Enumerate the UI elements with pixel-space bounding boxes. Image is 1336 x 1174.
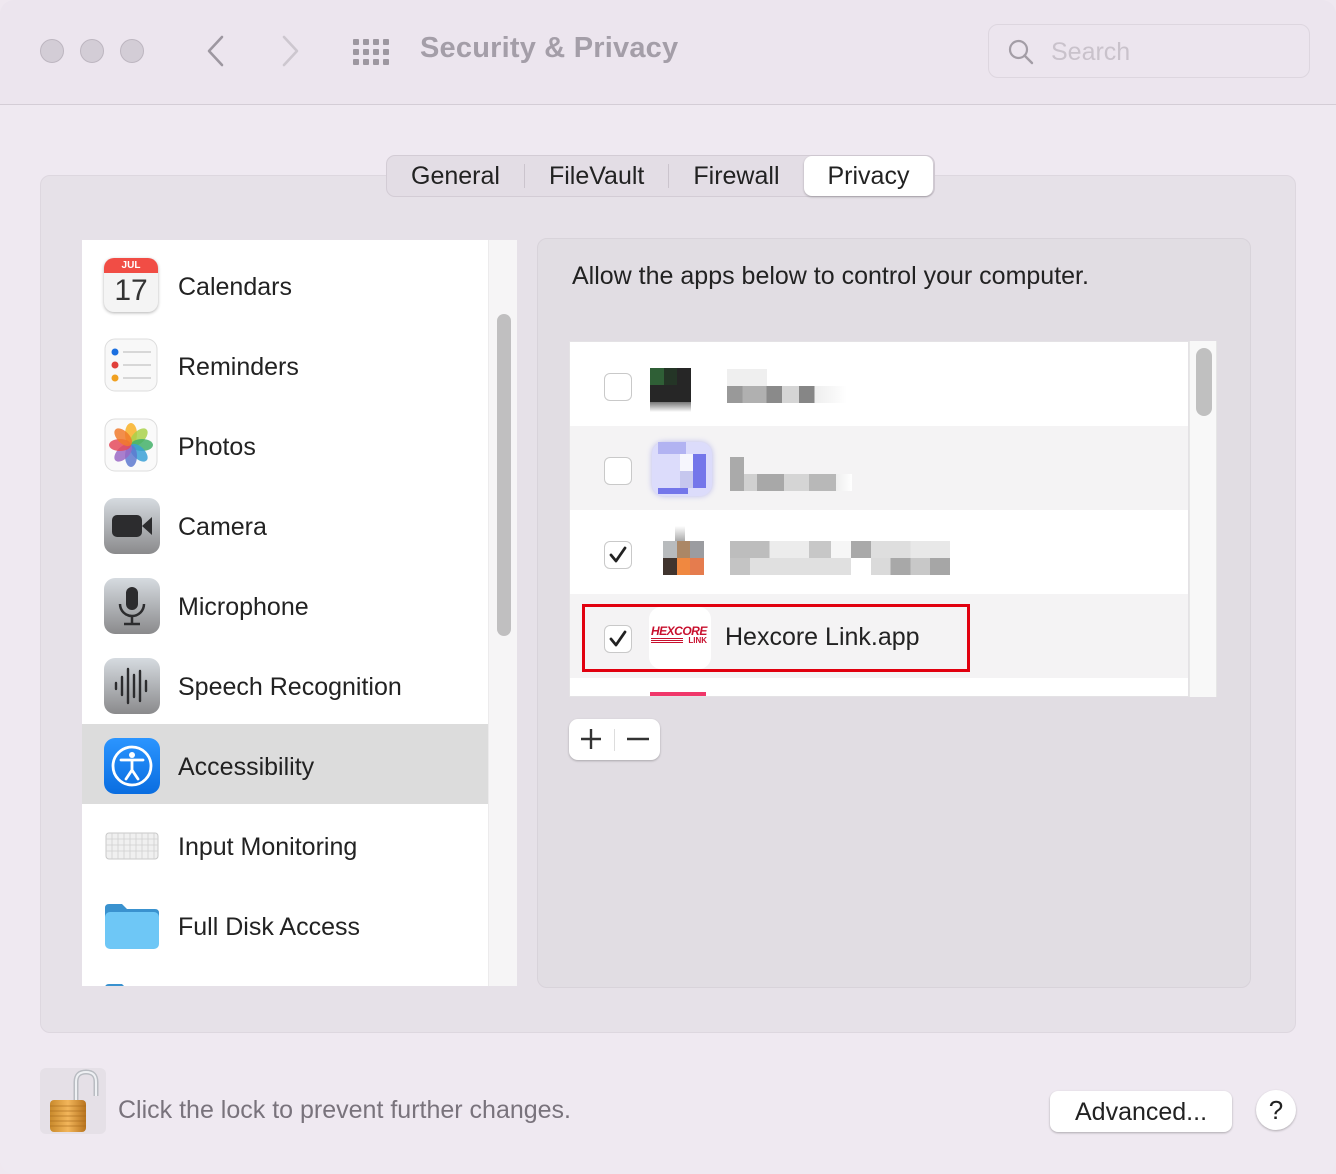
tab-privacy[interactable]: Privacy	[803, 156, 934, 196]
app-checkbox[interactable]	[604, 541, 632, 569]
sidebar-item-label: Input Monitoring	[178, 833, 358, 861]
app-row-hexcore-link[interactable]: HEXCORE LINK Hexcore Link.app	[570, 594, 1188, 678]
calendar-icon: JUL 17	[104, 258, 160, 314]
lock-button[interactable]	[40, 1068, 106, 1134]
remove-app-button[interactable]	[615, 719, 660, 760]
sidebar-item-microphone[interactable]: Microphone	[82, 564, 488, 644]
zoom-window-button[interactable]	[120, 39, 144, 63]
accessibility-icon	[104, 738, 160, 794]
search-field[interactable]	[988, 24, 1310, 78]
unlocked-padlock-icon	[50, 1069, 99, 1132]
folder-icon	[104, 898, 160, 954]
back-button[interactable]	[200, 34, 230, 68]
camera-icon	[104, 498, 160, 554]
app-name: Hexcore Link.app	[725, 623, 920, 651]
sidebar-scrollbar[interactable]	[488, 240, 517, 986]
obscured-app-name	[730, 457, 744, 491]
folder-icon	[104, 978, 160, 986]
sidebar-item-full-disk-access[interactable]: Full Disk Access	[82, 884, 488, 964]
tab-filevault[interactable]: FileVault	[525, 156, 668, 196]
lock-status-text: Click the lock to prevent further change…	[118, 1096, 572, 1124]
show-all-button[interactable]	[352, 38, 392, 66]
minimize-window-button[interactable]	[80, 39, 104, 63]
search-input[interactable]	[1049, 35, 1293, 69]
obscured-app-name	[730, 541, 950, 558]
app-checkbox[interactable]	[604, 457, 632, 485]
hexcore-logo-lines	[651, 638, 683, 639]
app-row[interactable]	[570, 510, 1188, 594]
photos-icon	[104, 418, 160, 474]
sidebar-item-label: Reminders	[178, 353, 299, 381]
checkmark-icon	[609, 630, 627, 647]
microphone-icon	[104, 578, 160, 634]
sidebar-item-label: Full Disk Access	[178, 913, 360, 941]
app-checkbox-hexcore-link[interactable]	[604, 625, 632, 653]
close-window-button[interactable]	[40, 39, 64, 63]
app-icon-obscured	[650, 360, 714, 424]
tab-bar: General FileVault Firewall Privacy	[386, 155, 936, 197]
panel-description: Allow the apps below to control your com…	[572, 262, 1089, 290]
app-icon-obscured	[650, 440, 714, 504]
chevron-right-icon	[282, 35, 299, 67]
sidebar-item-label: Accessibility	[178, 753, 315, 781]
obscured-app-name	[727, 386, 847, 403]
sidebar-item-label: Microphone	[178, 593, 309, 621]
sidebar-scroll-thumb[interactable]	[497, 314, 511, 636]
system-preferences-window: Security & Privacy General FileVault Fir…	[0, 0, 1336, 1174]
plus-icon	[581, 729, 601, 749]
sidebar-item-calendars[interactable]: JUL 17 Calendars	[82, 244, 488, 324]
title-bar: Security & Privacy	[0, 0, 1336, 105]
calendar-day: 17	[114, 274, 148, 307]
advanced-button[interactable]: Advanced...	[1050, 1091, 1232, 1132]
sidebar-item-partial[interactable]	[82, 964, 488, 986]
forward-button[interactable]	[276, 34, 306, 68]
sidebar-item-reminders[interactable]: Reminders	[82, 324, 488, 404]
speech-recognition-icon	[104, 658, 160, 714]
sidebar-item-accessibility[interactable]: Accessibility	[82, 724, 488, 804]
add-remove-control	[569, 719, 660, 760]
tab-general[interactable]: General	[387, 156, 524, 196]
privacy-category-list[interactable]: JUL 17 Calendars Reminders Photos Camera…	[82, 240, 488, 986]
search-icon	[1008, 39, 1034, 65]
app-icon-obscured	[650, 524, 714, 588]
sidebar-item-speech-recognition[interactable]: Speech Recognition	[82, 644, 488, 724]
sidebar-item-label: Photos	[178, 433, 256, 461]
app-list-scroll-thumb[interactable]	[1196, 348, 1212, 416]
sidebar-item-input-monitoring[interactable]: Input Monitoring	[82, 804, 488, 884]
help-button[interactable]: ?	[1256, 1090, 1296, 1130]
hexcore-link-app-icon: HEXCORE LINK	[649, 607, 711, 669]
sidebar-item-camera[interactable]: Camera	[82, 484, 488, 564]
sidebar-item-label: Camera	[178, 513, 267, 541]
grid-icon	[353, 39, 389, 65]
chevron-left-icon	[207, 35, 224, 67]
tab-firewall[interactable]: Firewall	[669, 156, 803, 196]
minus-icon	[627, 737, 649, 741]
app-row-partial[interactable]	[570, 678, 1188, 696]
sidebar-item-label: Calendars	[178, 273, 292, 301]
hexcore-logo-subtext: LINK	[688, 636, 707, 645]
sidebar-item-label: Speech Recognition	[178, 673, 402, 701]
app-row[interactable]	[570, 342, 1188, 426]
app-list-scrollbar[interactable]	[1189, 341, 1217, 697]
window-title: Security & Privacy	[420, 32, 679, 64]
app-list[interactable]: HEXCORE LINK Hexcore Link.app	[569, 341, 1189, 697]
app-icon-obscured	[650, 692, 706, 696]
calendar-month: JUL	[104, 258, 158, 273]
add-app-button[interactable]	[569, 719, 614, 760]
keyboard-icon	[104, 818, 160, 874]
checkmark-icon	[609, 546, 627, 563]
sidebar-item-photos[interactable]: Photos	[82, 404, 488, 484]
app-checkbox[interactable]	[604, 373, 632, 401]
app-row[interactable]	[570, 426, 1188, 510]
reminders-icon	[104, 338, 160, 394]
